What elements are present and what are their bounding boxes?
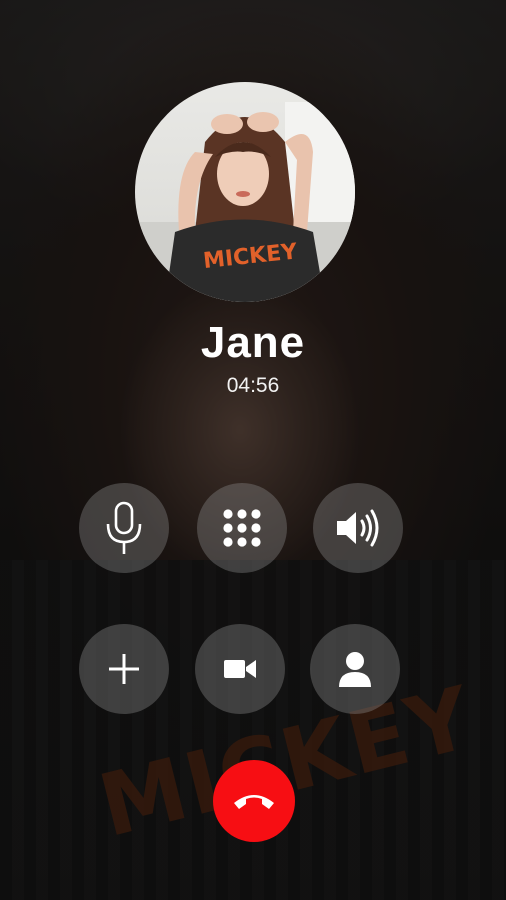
mute-button[interactable]: [79, 483, 169, 573]
speaker-icon: [337, 509, 379, 547]
add-call-button[interactable]: [79, 624, 169, 714]
keypad-button[interactable]: [197, 483, 287, 573]
microphone-icon: [106, 501, 142, 554]
phone-hangup-icon: [234, 795, 274, 809]
video-call-button[interactable]: [195, 624, 285, 714]
plus-icon: [109, 654, 139, 684]
keypad-icon: [223, 509, 261, 547]
end-call-button[interactable]: [213, 760, 295, 842]
contacts-button[interactable]: [310, 624, 400, 714]
caller-name: Jane: [200, 318, 306, 367]
call-screen: MICKEY MICKEY Jane 04:56: [0, 0, 506, 900]
caller-photo: MICKEY: [135, 102, 355, 302]
video-camera-icon: [224, 660, 256, 678]
person-icon: [339, 652, 371, 687]
call-timer: 04:56: [226, 374, 280, 397]
caller-avatar: MICKEY: [135, 82, 355, 302]
speaker-button[interactable]: [313, 483, 403, 573]
